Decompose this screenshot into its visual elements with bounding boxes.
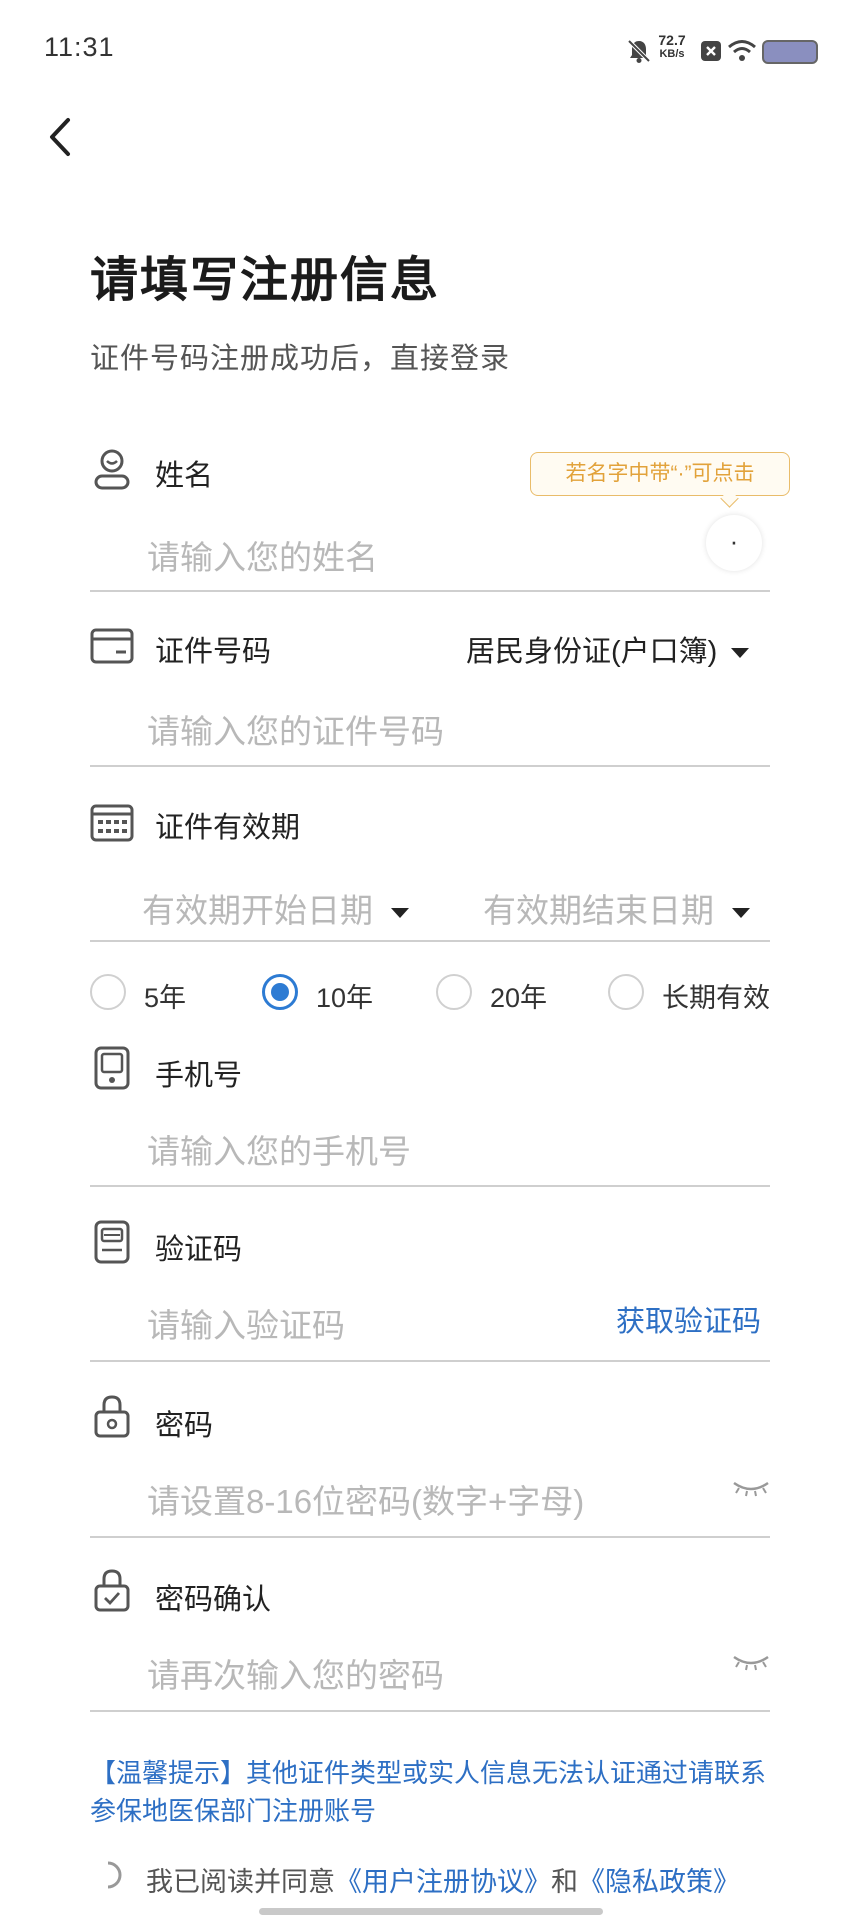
id-number-label: 证件号码 xyxy=(155,636,272,668)
chevron-down-icon xyxy=(732,908,750,919)
status-bar: 11:31 72.7 KB/s xyxy=(0,0,861,100)
phone-input[interactable] xyxy=(145,1126,669,1178)
wifi-icon xyxy=(728,40,756,61)
code-underline xyxy=(90,1360,770,1362)
warm-tip-notice: 【温馨提示】其他证件类型或实人信息无法认证通过请联系参保地医保部门注册账号 xyxy=(90,1758,767,1826)
radio-label: 20年 xyxy=(490,983,548,1013)
agree-checkbox[interactable] xyxy=(96,1860,126,1890)
person-icon xyxy=(94,449,130,490)
name-label: 姓名 xyxy=(155,460,214,492)
password-input[interactable] xyxy=(145,1476,709,1528)
phone-underline xyxy=(90,1185,770,1187)
validity-underline xyxy=(90,940,770,942)
get-code-button[interactable]: 获取验证码 xyxy=(616,1298,761,1340)
id-number-input[interactable] xyxy=(145,706,669,758)
radio-circle-selected xyxy=(262,974,298,1010)
network-speed-unit: KB/s xyxy=(659,48,685,60)
battery-icon xyxy=(762,40,818,64)
network-speed: 72.7 KB/s xyxy=(654,33,690,61)
end-date-placeholder: 有效期结束日期 xyxy=(483,892,714,929)
confirm-password-input[interactable] xyxy=(145,1650,709,1702)
agreement-and: 和 xyxy=(551,1867,578,1897)
confirm-underline xyxy=(90,1710,770,1712)
start-date-placeholder: 有效期开始日期 xyxy=(142,892,373,929)
validity-radio-group: 5年 10年 20年 长期有效 xyxy=(90,972,790,1018)
home-indicator[interactable] xyxy=(259,1908,603,1915)
lock-icon xyxy=(94,1395,130,1438)
password-label: 密码 xyxy=(155,1410,214,1442)
network-speed-value: 72.7 xyxy=(658,32,686,48)
radio-label: 10年 xyxy=(316,983,374,1013)
confirm-password-label: 密码确认 xyxy=(155,1584,272,1616)
status-time: 11:31 xyxy=(44,32,115,62)
page-title: 请填写注册信息 xyxy=(90,254,441,307)
page-subtitle: 证件号码注册成功后，直接登录 xyxy=(90,343,511,375)
radio-label: 长期有效 xyxy=(662,983,770,1013)
radio-circle xyxy=(608,974,644,1010)
lock-check-icon xyxy=(94,1569,130,1612)
code-label: 验证码 xyxy=(155,1234,243,1266)
code-input[interactable] xyxy=(145,1300,589,1352)
name-dot-tooltip: 若名字中带“·”可点击 xyxy=(530,452,790,496)
radio-label: 5年 xyxy=(144,983,187,1013)
phone-icon xyxy=(94,1046,130,1090)
doc-type-value: 居民身份证(户口簿) xyxy=(466,636,718,668)
agreement-text: 我已阅读并同意《用户注册协议》和《隐私政策》 xyxy=(146,1860,740,1899)
close-box-icon xyxy=(701,41,721,61)
insert-dot-button[interactable]: · xyxy=(706,515,762,571)
doc-type-select[interactable]: 居民身份证(户口簿) xyxy=(466,628,750,670)
password-underline xyxy=(90,1536,770,1538)
radio-circle xyxy=(436,974,472,1010)
chevron-down-icon xyxy=(391,908,409,919)
chevron-down-icon xyxy=(731,648,750,659)
name-input[interactable] xyxy=(145,532,669,584)
agreement-row: 我已阅读并同意《用户注册协议》和《隐私政策》 xyxy=(96,1858,796,1898)
calendar-icon xyxy=(90,804,134,842)
register-page: 11:31 72.7 KB/s 请填写注册信息 证件号码注册成功后，直接登录 姓… xyxy=(0,0,861,1920)
verify-code-icon xyxy=(94,1220,130,1264)
validity-label: 证件有效期 xyxy=(155,812,301,844)
name-underline xyxy=(90,590,770,592)
agreement-prefix: 我已阅读并同意 xyxy=(146,1867,335,1897)
phone-label: 手机号 xyxy=(155,1060,243,1092)
eye-closed-icon[interactable] xyxy=(731,1652,771,1672)
start-date-select[interactable]: 有效期开始日期 xyxy=(142,884,409,932)
end-date-select[interactable]: 有效期结束日期 xyxy=(483,884,750,932)
eye-closed-icon[interactable] xyxy=(731,1478,771,1498)
privacy-policy-link[interactable]: 《隐私政策》 xyxy=(578,1867,740,1897)
radio-circle xyxy=(90,974,126,1010)
user-agreement-link[interactable]: 《用户注册协议》 xyxy=(335,1867,551,1897)
id-card-icon xyxy=(90,628,134,664)
mute-bell-icon xyxy=(627,39,651,63)
id-underline xyxy=(90,765,770,767)
back-arrow-icon[interactable] xyxy=(40,112,84,162)
